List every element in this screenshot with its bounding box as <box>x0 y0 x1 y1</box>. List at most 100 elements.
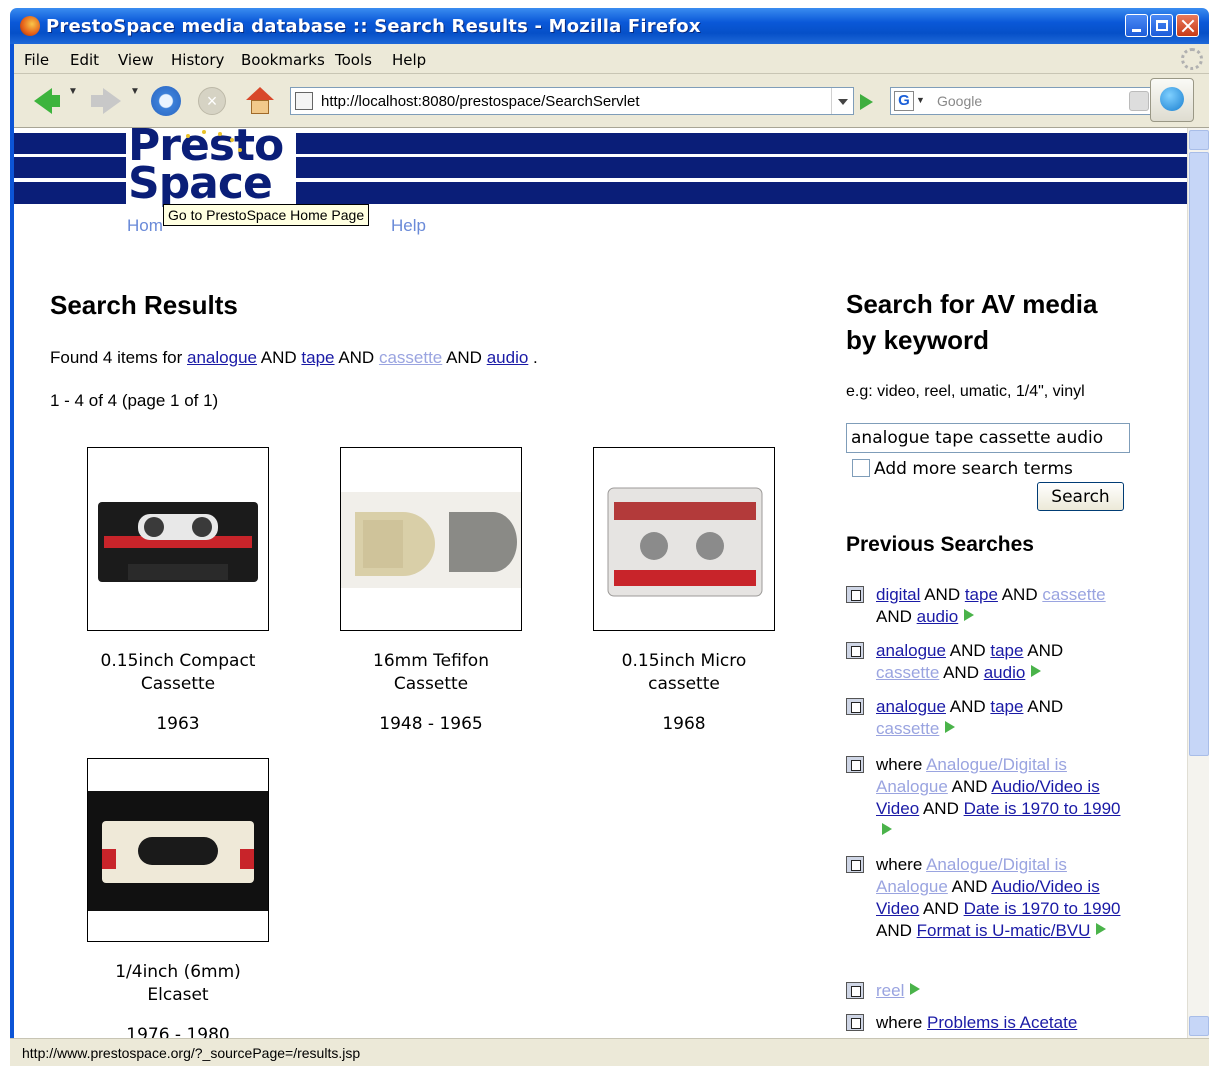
window-title: PrestoSpace media database :: Search Res… <box>46 16 701 37</box>
binoculars-icon[interactable] <box>846 982 864 999</box>
prestospace-logo[interactable]: Presto Space <box>126 128 296 209</box>
term-link-tape[interactable]: tape <box>301 348 334 367</box>
previous-search-item[interactable]: where Analogue/Digital is Analogue AND A… <box>846 854 1126 942</box>
result-name-line1: 0.15inch Compact <box>100 651 256 671</box>
page-viewport: Presto Space Hom Help Go to PrestoSpace … <box>14 128 1187 1038</box>
term-link-analogue[interactable]: analogue <box>187 348 257 367</box>
search-button[interactable]: Search <box>1037 482 1124 511</box>
result-name-line2: Cassette <box>140 674 216 694</box>
url-text[interactable]: http://localhost:8080/prestospace/Search… <box>321 93 640 110</box>
menu-bookmarks[interactable]: Bookmarks <box>241 51 325 69</box>
micro-cassette-image <box>607 487 763 597</box>
scroll-down-button[interactable] <box>1189 1016 1209 1036</box>
result-name-line2: cassette <box>648 674 720 694</box>
menu-help[interactable]: Help <box>392 51 426 69</box>
go-arrow-icon[interactable] <box>882 823 892 835</box>
scroll-up-button[interactable] <box>1189 130 1209 150</box>
tefifon-cassette-image <box>341 492 521 588</box>
result-item[interactable]: 1/4inch (6mm) Elcaset 1976 - 1980 <box>87 758 269 1038</box>
google-engine-icon[interactable]: G <box>894 91 914 111</box>
nav-help-link[interactable]: Help <box>391 216 426 236</box>
previous-search-item[interactable]: analogue AND tape AND cassette <box>846 696 1126 740</box>
home-tooltip: Go to PrestoSpace Home Page <box>163 204 370 226</box>
binoculars-icon[interactable] <box>846 586 864 603</box>
engine-dropdown-icon[interactable]: ▼ <box>916 95 925 105</box>
result-name-line2: Elcaset <box>147 985 209 1005</box>
previous-search-item[interactable]: where Analogue/Digital is Analogue AND A… <box>846 754 1126 842</box>
vertical-scrollbar[interactable] <box>1187 128 1209 1038</box>
previous-search-item[interactable]: digital AND tape AND cassette AND audio <box>846 584 1126 628</box>
result-thumbnail[interactable] <box>340 447 522 631</box>
window-titlebar[interactable]: PrestoSpace media database :: Search Res… <box>10 8 1209 44</box>
add-terms-label[interactable]: Add more search terms <box>874 459 1073 479</box>
home-icon <box>246 87 274 115</box>
go-arrow-icon[interactable] <box>1031 665 1042 677</box>
desktop-edge <box>0 0 10 1066</box>
previous-search-item[interactable]: where Problems is Acetate <box>846 1012 1126 1034</box>
go-arrow-icon[interactable] <box>1096 923 1107 935</box>
go-button[interactable] <box>860 94 873 110</box>
back-arrow-icon <box>34 88 60 114</box>
result-item[interactable]: 0.15inch Micro cassette 1968 <box>593 447 775 734</box>
elcaset-image <box>88 791 268 911</box>
status-bar: http://www.prestospace.org/?_sourcePage=… <box>10 1038 1209 1066</box>
binoculars-icon[interactable] <box>846 698 864 715</box>
result-years: 1963 <box>156 714 200 734</box>
navigation-toolbar: ▼ ▼ × http://localhost:8080/prestospace/… <box>14 74 1209 128</box>
close-button[interactable] <box>1176 14 1199 37</box>
menu-edit[interactable]: Edit <box>70 51 99 69</box>
web-search-placeholder[interactable]: Google <box>937 93 982 109</box>
keyword-search-input[interactable] <box>846 423 1130 453</box>
go-arrow-icon[interactable] <box>910 983 921 995</box>
stop-icon: × <box>198 87 226 115</box>
term-link-audio[interactable]: audio <box>487 348 529 367</box>
binoculars-icon[interactable] <box>846 856 864 873</box>
maximize-button[interactable] <box>1150 14 1173 37</box>
skype-icon <box>1160 87 1184 111</box>
result-thumbnail[interactable] <box>87 447 269 631</box>
term-link-cassette[interactable]: cassette <box>379 348 442 367</box>
result-name-line1: 1/4inch (6mm) <box>115 962 241 982</box>
minimize-button[interactable] <box>1125 14 1148 37</box>
result-thumbnail[interactable] <box>593 447 775 631</box>
results-heading: Search Results <box>50 290 238 320</box>
go-arrow-icon[interactable] <box>945 721 956 733</box>
scroll-thumb[interactable] <box>1189 152 1209 756</box>
result-item[interactable]: 0.15inch Compact Cassette 1963 <box>87 447 269 734</box>
web-search-box[interactable]: G ▼ Google <box>890 87 1154 115</box>
nav-home-link[interactable]: Hom <box>127 216 163 236</box>
firefox-logo-icon <box>20 16 40 36</box>
magnifier-icon[interactable] <box>1129 91 1149 111</box>
binoculars-icon[interactable] <box>846 642 864 659</box>
compact-cassette-image <box>98 502 258 582</box>
status-text: http://www.prestospace.org/?_sourcePage=… <box>22 1045 361 1061</box>
result-name-line1: 0.15inch Micro <box>621 651 747 671</box>
back-history-dropdown-icon[interactable]: ▼ <box>68 86 78 97</box>
binoculars-icon[interactable] <box>846 756 864 773</box>
forward-history-dropdown-icon[interactable]: ▼ <box>130 86 140 97</box>
binoculars-icon[interactable] <box>846 1014 864 1031</box>
forward-button[interactable] <box>78 84 124 118</box>
result-years: 1976 - 1980 <box>126 1025 230 1038</box>
previous-search-item[interactable]: analogue AND tape AND cassette AND audio <box>846 640 1126 684</box>
add-terms-checkbox[interactable] <box>852 459 870 477</box>
result-years: 1948 - 1965 <box>379 714 483 734</box>
reload-button[interactable] <box>148 84 184 118</box>
menu-tools[interactable]: Tools <box>335 51 372 69</box>
back-button[interactable] <box>20 84 66 118</box>
skype-toolbar-button[interactable] <box>1150 78 1194 122</box>
page-favicon-icon <box>295 92 313 110</box>
menu-view[interactable]: View <box>118 51 154 69</box>
result-thumbnail[interactable] <box>87 758 269 942</box>
result-item[interactable]: 16mm Tefifon Cassette 1948 - 1965 <box>340 447 522 734</box>
stop-button[interactable]: × <box>194 84 230 118</box>
url-history-dropdown-icon[interactable] <box>831 88 853 114</box>
url-bar[interactable]: http://localhost:8080/prestospace/Search… <box>290 87 854 115</box>
logo-line2: Space <box>128 158 273 209</box>
menu-history[interactable]: History <box>171 51 224 69</box>
previous-search-item[interactable]: reel <box>846 980 1126 1002</box>
menu-file[interactable]: File <box>24 51 49 69</box>
previous-searches-heading: Previous Searches <box>846 533 1034 556</box>
go-arrow-icon[interactable] <box>964 609 975 621</box>
home-button[interactable] <box>240 84 280 118</box>
